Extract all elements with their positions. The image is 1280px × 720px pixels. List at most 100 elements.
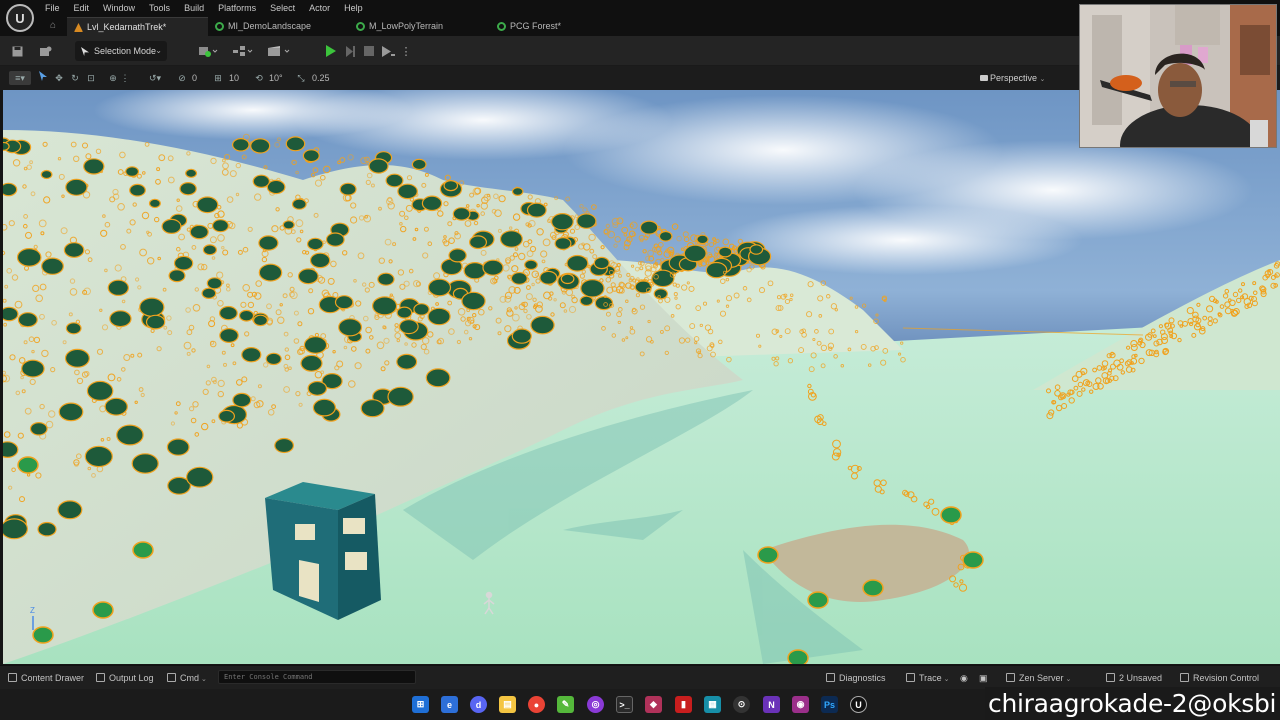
- level-icon: [74, 23, 83, 32]
- output-log-label: Output Log: [109, 673, 154, 683]
- menu-platforms[interactable]: Platforms: [211, 0, 263, 16]
- diagnostics-button[interactable]: Diagnostics: [826, 671, 886, 685]
- material-icon: [215, 22, 224, 31]
- translate-icon[interactable]: ✥: [52, 71, 66, 85]
- step-icon[interactable]: [342, 43, 358, 59]
- visual-studio-icon[interactable]: N: [763, 696, 780, 713]
- mode-label: Selection Mode: [94, 46, 157, 56]
- view-mode-label: Perspective: [990, 73, 1038, 83]
- grid-snap-value[interactable]: 10: [229, 71, 239, 85]
- notepad-icon[interactable]: ✎: [557, 696, 574, 713]
- overlay-watermark: chiraagrokade-2@oksbi: [985, 687, 1280, 720]
- menu-help[interactable]: Help: [337, 0, 370, 16]
- save-icon[interactable]: [9, 43, 25, 59]
- scale-icon[interactable]: ⊡: [84, 71, 98, 85]
- stop-icon[interactable]: [361, 43, 377, 59]
- app-icon[interactable]: ◉: [792, 696, 809, 713]
- trace-dropdown[interactable]: Trace ⌄: [906, 671, 949, 685]
- app-icon[interactable]: ▦: [704, 696, 721, 713]
- content-drawer-label: Content Drawer: [21, 673, 85, 683]
- menu-window[interactable]: Window: [96, 0, 142, 16]
- diagnostics-label: Diagnostics: [839, 673, 886, 683]
- home-icon[interactable]: ⌂: [47, 20, 59, 32]
- cmd-dropdown[interactable]: Cmd ⌄: [167, 671, 207, 685]
- screenshot-icon[interactable]: ▣: [979, 671, 991, 685]
- trace-icon: [906, 673, 915, 682]
- rotation-snap-value[interactable]: 0: [192, 71, 197, 85]
- view-mode-dropdown[interactable]: Perspective ⌄: [978, 70, 1052, 86]
- revision-control-dropdown[interactable]: Revision Control: [1180, 671, 1259, 685]
- unreal-logo-icon[interactable]: U: [6, 4, 34, 32]
- tab-level[interactable]: Lvl_KedarnathTrek*: [67, 17, 208, 36]
- output-log-button[interactable]: Output Log: [96, 671, 154, 685]
- rotation-snap-icon[interactable]: ⊘: [175, 71, 189, 85]
- more-options-icon[interactable]: ⋮: [398, 43, 414, 59]
- unsaved-assets-button[interactable]: 2 Unsaved: [1106, 671, 1162, 685]
- eject-icon[interactable]: [380, 43, 396, 59]
- viewport-options-icon[interactable]: ≡▾: [9, 71, 31, 85]
- revision-control-label: Revision Control: [1193, 673, 1260, 683]
- tab-label: Lvl_KedarnathTrek*: [87, 22, 167, 32]
- tab-material-instance[interactable]: MI_DemoLandscape: [208, 17, 349, 36]
- app-icon[interactable]: ◆: [645, 696, 662, 713]
- chrome-icon[interactable]: ●: [528, 696, 545, 713]
- cmd-label: Cmd: [180, 673, 200, 683]
- angle-snap-value[interactable]: 10°: [269, 71, 283, 85]
- zen-server-dropdown[interactable]: Zen Server ⌄: [1006, 671, 1071, 685]
- menu-edit[interactable]: Edit: [67, 0, 97, 16]
- output-log-icon: [96, 673, 105, 682]
- console-command-input[interactable]: [218, 670, 416, 684]
- chevron-down-icon: ⌄: [941, 676, 950, 683]
- more-options-icon[interactable]: ⋮: [118, 71, 132, 85]
- tab-material[interactable]: M_LowPolyTerrain: [349, 17, 490, 36]
- discord-icon[interactable]: d: [470, 696, 487, 713]
- unsaved-label: 2 Unsaved: [1119, 673, 1163, 683]
- selection-mode-dropdown[interactable]: Selection Mode ⌄: [75, 41, 167, 61]
- angle-snap-icon[interactable]: ⟲: [252, 71, 266, 85]
- add-actor-icon[interactable]: [196, 43, 220, 59]
- level-viewport[interactable]: Z: [3, 90, 1280, 664]
- edge-browser-icon[interactable]: e: [441, 696, 458, 713]
- cmd-icon: [167, 673, 176, 682]
- blueprint-icon[interactable]: [231, 43, 255, 59]
- scale-snap-value[interactable]: 0.25: [312, 71, 330, 85]
- zen-server-label: Zen Server: [1019, 673, 1064, 683]
- menu-tools[interactable]: Tools: [142, 0, 177, 16]
- menu-select[interactable]: Select: [263, 0, 302, 16]
- webcam-overlay: [1079, 4, 1277, 148]
- menu-build[interactable]: Build: [177, 0, 211, 16]
- chevron-down-icon: ⌄: [1063, 676, 1072, 683]
- record-icon[interactable]: ◉: [960, 671, 972, 685]
- rotate-icon[interactable]: ↻: [68, 71, 82, 85]
- app-icon[interactable]: ▮: [675, 696, 692, 713]
- chevron-down-icon: ⌄: [155, 46, 162, 55]
- play-icon[interactable]: [322, 43, 338, 59]
- app-icon[interactable]: ◎: [587, 696, 604, 713]
- menu-file[interactable]: File: [38, 0, 67, 16]
- tab-pcg-graph[interactable]: PCG Forest*: [490, 17, 631, 36]
- diagnostics-icon: [826, 673, 835, 682]
- file-explorer-icon[interactable]: ▤: [499, 696, 516, 713]
- pcg-graph-icon: [497, 22, 506, 31]
- cinematics-icon[interactable]: [266, 43, 292, 59]
- content-drawer-button[interactable]: Content Drawer: [8, 671, 84, 685]
- cursor-icon: [81, 47, 89, 56]
- surface-snap-icon[interactable]: ↺▾: [148, 71, 162, 85]
- unreal-editor-window: U File Edit Window Tools Build Platforms…: [0, 0, 1280, 720]
- revision-control-icon: [1180, 673, 1189, 682]
- select-icon[interactable]: [36, 71, 50, 85]
- unreal-engine-icon[interactable]: U: [850, 696, 867, 713]
- menu-actor[interactable]: Actor: [302, 0, 337, 16]
- trace-label: Trace: [919, 673, 942, 683]
- scene-render: Z: [3, 90, 1280, 664]
- chevron-down-icon: ⌄: [1039, 76, 1046, 83]
- content-icon[interactable]: [38, 43, 54, 59]
- windows-start-icon[interactable]: ⊞: [412, 696, 429, 713]
- main-menu: File Edit Window Tools Build Platforms S…: [38, 0, 370, 16]
- chevron-down-icon: ⌄: [199, 676, 207, 683]
- app-icon[interactable]: ⊙: [733, 696, 750, 713]
- terminal-icon[interactable]: >_: [616, 696, 633, 713]
- grid-snap-icon[interactable]: ⊞: [211, 71, 225, 85]
- photoshop-icon[interactable]: Ps: [821, 696, 838, 713]
- scale-snap-icon[interactable]: ⤡: [294, 71, 308, 85]
